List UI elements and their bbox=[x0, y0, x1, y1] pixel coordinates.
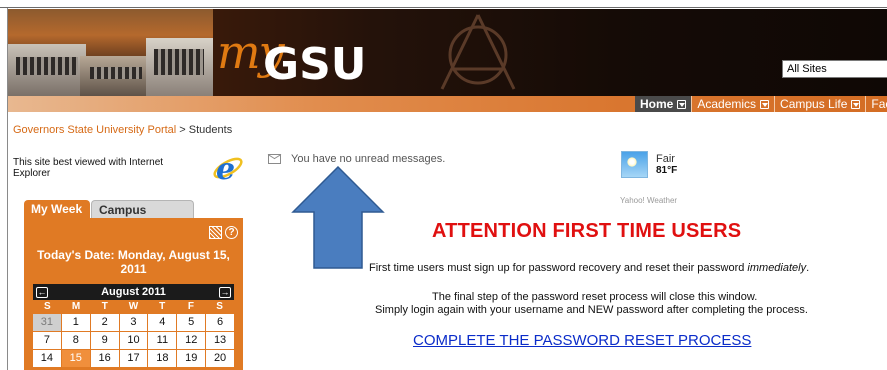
mini-calendar: ← August 2011 → SMTWTFS 31 1 2 3 4 5 6 7 8 9 10 11 1… bbox=[33, 284, 234, 367]
next-month-button[interactable]: → bbox=[219, 286, 231, 298]
header-banner: my GSU All Sites bbox=[8, 9, 887, 96]
weekday-label: T bbox=[159, 301, 166, 312]
weekday-label: W bbox=[128, 301, 139, 312]
calendar-day[interactable]: 31 bbox=[33, 314, 61, 331]
site-search-scope-select[interactable]: All Sites bbox=[782, 60, 887, 78]
weekday-label: S bbox=[216, 301, 223, 312]
dropdown-arrow-icon[interactable] bbox=[677, 99, 687, 109]
nav-item-academics[interactable]: Academics bbox=[691, 96, 774, 112]
weather-source-link[interactable]: Yahoo! Weather bbox=[620, 196, 677, 205]
previous-month-button[interactable]: ← bbox=[36, 286, 48, 298]
weekday-label: M bbox=[71, 301, 81, 312]
panel-tools: ? bbox=[209, 226, 238, 239]
main-navigation: Home Academics Campus Life Facu bbox=[8, 96, 887, 112]
calendar-day[interactable]: 16 bbox=[90, 350, 119, 367]
calendar-day[interactable]: 2 bbox=[90, 314, 119, 331]
calendar-day[interactable]: 14 bbox=[33, 350, 61, 367]
calendar-day[interactable]: 1 bbox=[61, 314, 90, 331]
weekday-header: SMTWTFS bbox=[33, 300, 234, 314]
calendar-month-label: August 2011 bbox=[101, 286, 166, 298]
calendar-day[interactable]: 11 bbox=[148, 332, 177, 349]
calendar-day[interactable]: 12 bbox=[177, 332, 206, 349]
tab-my-week[interactable]: My Week bbox=[24, 200, 90, 218]
dropdown-arrow-icon[interactable] bbox=[760, 99, 770, 109]
todays-date: Today's Date: Monday, August 15, 2011 bbox=[37, 248, 230, 276]
instruction-line-3: Simply login again with your username an… bbox=[375, 304, 808, 316]
mail-icon bbox=[268, 154, 281, 164]
gsu-emblem-graphic bbox=[440, 14, 516, 90]
instruction-line-1-text: First time users must sign up for passwo… bbox=[369, 262, 748, 274]
calendar-days: 31 1 2 3 4 5 6 7 8 9 10 11 12 13 14 15 16 17 18 19 20 bbox=[33, 314, 234, 367]
svg-text:e: e bbox=[216, 152, 235, 184]
instruction-line-1-end: . bbox=[806, 262, 810, 274]
calendar-header: ← August 2011 → bbox=[33, 284, 234, 300]
my-week-panel: ? Today's Date: Monday, August 15, 2011 … bbox=[24, 218, 243, 370]
internet-explorer-icon[interactable]: e bbox=[210, 150, 244, 184]
password-reset-link[interactable]: COMPLETE THE PASSWORD RESET PROCESS bbox=[413, 332, 751, 349]
calendar-day[interactable]: 20 bbox=[206, 350, 234, 367]
instruction-emphasis: immediately bbox=[747, 262, 807, 274]
nav-item-label: Home bbox=[640, 97, 674, 111]
calendar-day[interactable]: 13 bbox=[206, 332, 234, 349]
calendar-day[interactable]: 4 bbox=[148, 314, 177, 331]
help-icon[interactable]: ? bbox=[225, 226, 238, 239]
nav-item-home[interactable]: Home bbox=[635, 96, 692, 112]
instruction-line-2: The final step of the password reset pro… bbox=[432, 291, 758, 303]
calendar-day[interactable]: 19 bbox=[177, 350, 206, 367]
instruction-line-1: First time users must sign up for passwo… bbox=[369, 262, 809, 274]
nav-item-label: Academics bbox=[697, 97, 757, 111]
weekday-label: T bbox=[101, 301, 108, 312]
nav-item-facu[interactable]: Facu bbox=[865, 96, 887, 112]
week-events-tabs: My Week Campus Events bbox=[24, 200, 244, 235]
weekday-label: F bbox=[187, 301, 194, 312]
calendar-day[interactable]: 18 bbox=[148, 350, 177, 367]
calendar-day[interactable]: 8 bbox=[61, 332, 90, 349]
calendar-view-icon[interactable] bbox=[209, 226, 222, 239]
dropdown-arrow-icon[interactable] bbox=[851, 99, 861, 109]
calendar-day[interactable]: 15 bbox=[61, 350, 90, 367]
calendar-day[interactable]: 17 bbox=[119, 350, 148, 367]
message-status[interactable]: You have no unread messages. bbox=[268, 153, 445, 165]
sunny-weather-icon bbox=[621, 151, 648, 178]
nav-item-label: Campus Life bbox=[780, 97, 848, 111]
browser-recommendation: This site best viewed with Internet Expl… bbox=[13, 157, 164, 179]
breadcrumb-separator: > bbox=[176, 124, 189, 136]
calendar-day[interactable]: 6 bbox=[206, 314, 234, 331]
breadcrumb-current: Students bbox=[188, 124, 233, 136]
calendar-day[interactable]: 5 bbox=[177, 314, 206, 331]
campus-photo bbox=[8, 9, 213, 96]
nav-item-campus-life[interactable]: Campus Life bbox=[774, 96, 865, 112]
breadcrumb-portal-link[interactable]: Governors State University Portal bbox=[13, 124, 176, 136]
attention-heading: ATTENTION FIRST TIME USERS bbox=[432, 220, 742, 242]
message-status-text: You have no unread messages. bbox=[291, 153, 446, 165]
calendar-day[interactable]: 10 bbox=[119, 332, 148, 349]
logo-text: GSU bbox=[263, 39, 367, 90]
nav-item-label: Facu bbox=[871, 97, 887, 111]
tab-campus-events[interactable]: Campus Events bbox=[91, 200, 194, 235]
calendar-day[interactable]: 3 bbox=[119, 314, 148, 331]
calendar-day[interactable]: 9 bbox=[90, 332, 119, 349]
weather-temperature: 81°F bbox=[656, 165, 678, 176]
breadcrumb: Governors State University Portal > Stud… bbox=[13, 124, 232, 136]
calendar-day[interactable]: 7 bbox=[33, 332, 61, 349]
window-top-edge bbox=[0, 0, 887, 8]
weekday-label: S bbox=[44, 301, 51, 312]
annotation-up-arrow bbox=[291, 166, 385, 269]
weather-condition: Fair bbox=[656, 153, 675, 165]
